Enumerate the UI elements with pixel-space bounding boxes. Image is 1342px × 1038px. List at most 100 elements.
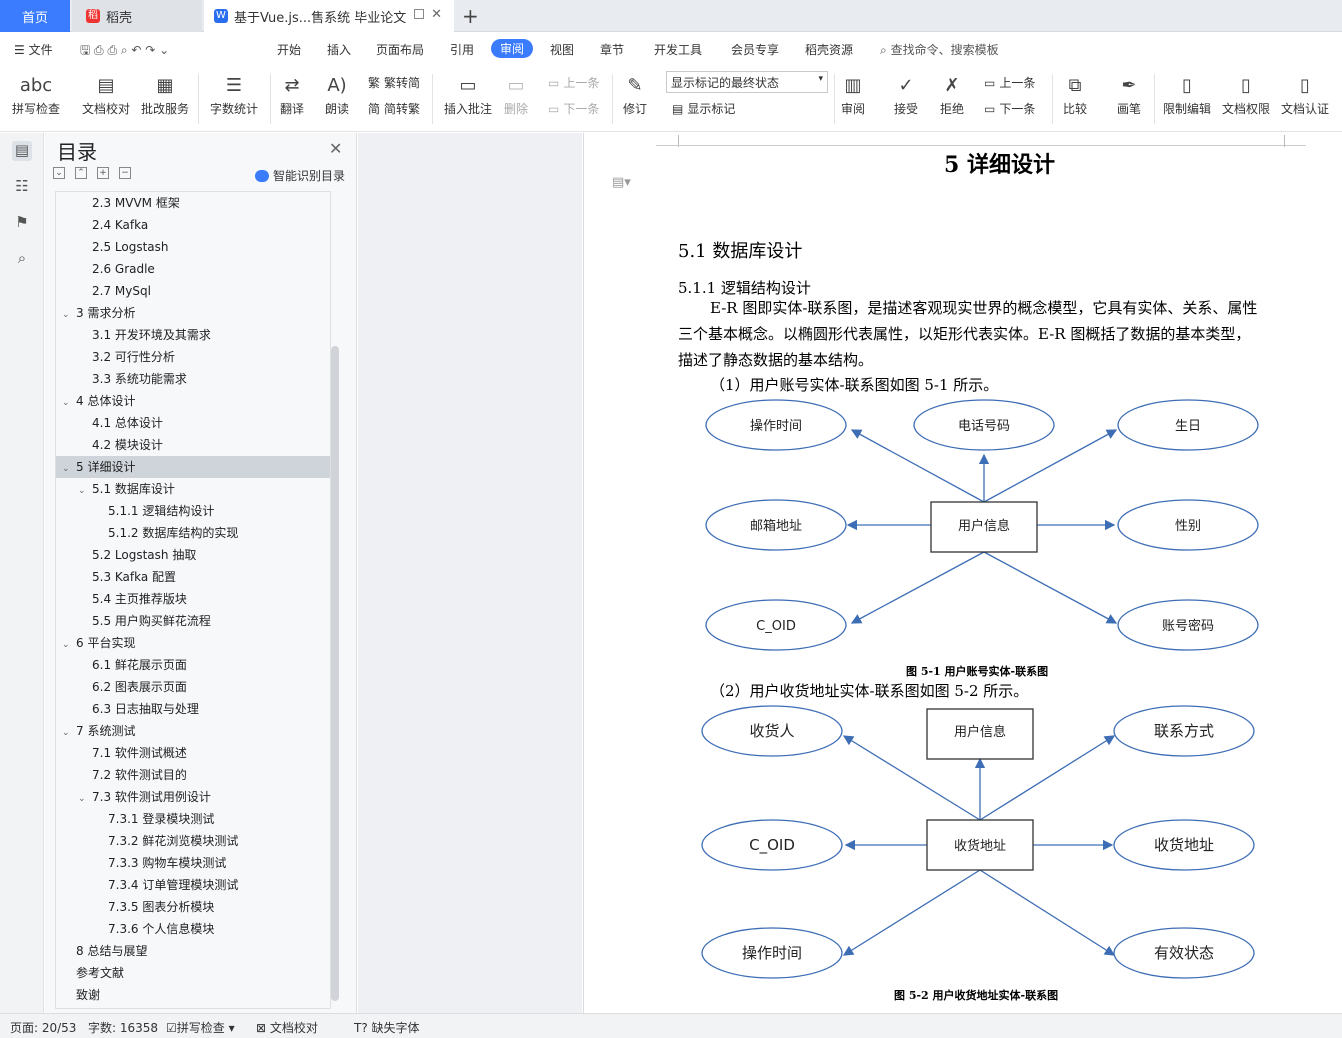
review-pane-button[interactable]: ▥ 审阅 xyxy=(840,70,866,117)
menu-reference[interactable]: 引用 xyxy=(450,41,474,58)
pin-icon[interactable] xyxy=(414,9,424,19)
trad-to-simp-button[interactable]: 繁繁转简 xyxy=(368,74,420,91)
menu-review[interactable]: 审阅 xyxy=(491,39,534,58)
pen-button[interactable]: ✒ 画笔 xyxy=(1116,70,1142,117)
doc-cert-button[interactable]: ▯ 文档认证 xyxy=(1281,70,1329,117)
toc-item[interactable]: 7.3.4 订单管理模块测试 xyxy=(56,874,330,896)
toc-item[interactable]: ⌄ 5 详细设计 xyxy=(56,456,330,478)
toc-item[interactable]: 6.3 日志抽取与处理 xyxy=(56,698,330,720)
expand-all-icon[interactable]: ⌄ xyxy=(53,167,65,179)
menu-chapter[interactable]: 章节 xyxy=(600,41,624,58)
next-change-button[interactable]: ▭ 下一条 xyxy=(984,100,1035,117)
command-search[interactable]: ⌕ 查找命令、搜索模板 xyxy=(880,41,999,58)
status-spell-check[interactable]: ☑拼写检查 ▾ xyxy=(166,1019,235,1036)
show-marks-button[interactable]: ▤ 显示标记 xyxy=(672,100,735,117)
file-menu[interactable]: ☰ 文件 xyxy=(14,41,53,58)
toc-item[interactable]: ⌄ 4 总体设计 xyxy=(56,390,330,412)
toc-panel-icon[interactable]: ▤ xyxy=(12,141,32,161)
restrict-edit-button[interactable]: ▯ 限制编辑 xyxy=(1163,70,1211,117)
toc-item[interactable]: 7.2 软件测试目的 xyxy=(56,764,330,786)
toc-item[interactable]: 5.5 用户购买鲜花流程 xyxy=(56,610,330,632)
chevron-down-icon[interactable]: ⌄ xyxy=(62,458,76,480)
prev-comment-button[interactable]: ▭ 上一条 xyxy=(548,74,599,91)
tab-home[interactable]: 首页 xyxy=(0,0,70,32)
toc-item[interactable]: ⌄ 6 平台实现 xyxy=(56,632,330,654)
status-doc-proof[interactable]: ⊠ 文档校对 xyxy=(256,1019,318,1036)
menu-developer[interactable]: 开发工具 xyxy=(654,41,702,58)
paragraph-mark-icon[interactable]: ▤▾ xyxy=(612,175,631,190)
toc-item[interactable]: 参考文献 xyxy=(56,962,330,984)
toc-item[interactable]: 5.1.2 数据库结构的实现 xyxy=(56,522,330,544)
compare-button[interactable]: ⧉ 比较 xyxy=(1062,70,1088,117)
remove-heading-icon[interactable]: − xyxy=(119,167,131,179)
toc-item[interactable]: ⌄ 3 需求分析 xyxy=(56,302,330,324)
bookmark-icon[interactable]: ⚑ xyxy=(12,213,32,233)
chevron-down-icon[interactable]: ⌄ xyxy=(62,304,76,326)
collapse-all-icon[interactable]: ⌃ xyxy=(75,167,87,179)
toc-item[interactable]: 6.1 鲜花展示页面 xyxy=(56,654,330,676)
toc-item[interactable]: 2.3 MVVM 框架 xyxy=(56,192,330,214)
toc-item[interactable]: 3.1 开发环境及其需求 xyxy=(56,324,330,346)
smart-toc-button[interactable]: 智能识别目录 xyxy=(255,167,345,184)
toc-item[interactable]: 2.7 MySql xyxy=(56,280,330,302)
reject-button[interactable]: ✗ 拒绝 xyxy=(939,70,965,117)
delete-comment-button[interactable]: ▭ 删除 xyxy=(503,70,529,117)
toc-item[interactable]: 5.1.1 逻辑结构设计 xyxy=(56,500,330,522)
spell-check-button[interactable]: abc 拼写检查 xyxy=(12,70,60,117)
toc-item[interactable]: 4.2 模块设计 xyxy=(56,434,330,456)
menu-insert[interactable]: 插入 xyxy=(327,41,351,58)
chevron-down-icon[interactable]: ⌄ xyxy=(62,634,76,656)
toc-scrollbar[interactable] xyxy=(331,346,339,1001)
toc-item[interactable]: 6.2 图表展示页面 xyxy=(56,676,330,698)
close-icon[interactable]: ✕ xyxy=(329,139,342,158)
accept-button[interactable]: ✓ 接受 xyxy=(893,70,919,117)
toc-item[interactable]: 5.3 Kafka 配置 xyxy=(56,566,330,588)
word-count-indicator[interactable]: 字数: 16358 xyxy=(88,1019,158,1036)
status-missing-font[interactable]: T? 缺失字体 xyxy=(354,1019,420,1036)
read-aloud-button[interactable]: A) 朗读 xyxy=(324,70,350,117)
word-count-button[interactable]: ☰ 字数统计 xyxy=(210,70,258,117)
toc-item[interactable]: ⌄ 5.1 数据库设计 xyxy=(56,478,330,500)
toc-item[interactable]: 2.5 Logstash xyxy=(56,236,330,258)
toc-item[interactable]: ⌄ 7 系统测试 xyxy=(56,720,330,742)
close-tab-icon[interactable]: ✕ xyxy=(431,7,442,22)
quick-access-icons[interactable]: 🖫 ⎙ ⎙ ⌕ ↶ ↷ ⌄ xyxy=(80,41,169,62)
prev-change-button[interactable]: ▭ 上一条 xyxy=(984,74,1035,91)
new-tab-button[interactable]: + xyxy=(462,4,479,28)
insert-comment-button[interactable]: ▭ 插入批注 xyxy=(444,70,492,117)
add-heading-icon[interactable]: + xyxy=(97,167,109,179)
toc-item[interactable]: 致谢 xyxy=(56,984,330,1006)
menu-start[interactable]: 开始 xyxy=(277,41,301,58)
toc-item[interactable]: 7.1 软件测试概述 xyxy=(56,742,330,764)
find-icon[interactable]: ⌕ xyxy=(12,249,32,269)
toc-item[interactable]: ⌄ 7.3 软件测试用例设计 xyxy=(56,786,330,808)
translate-button[interactable]: ⇄ 翻译 xyxy=(279,70,305,117)
chevron-down-icon[interactable]: ⌄ xyxy=(78,480,92,502)
toc-item[interactable]: 7.3.6 个人信息模块 xyxy=(56,918,330,940)
toc-item[interactable]: 5.2 Logstash 抽取 xyxy=(56,544,330,566)
revise-button[interactable]: ✎ 修订 xyxy=(622,70,648,117)
menu-docer-resources[interactable]: 稻壳资源 xyxy=(805,41,853,58)
menu-member[interactable]: 会员专享 xyxy=(731,41,779,58)
toc-item[interactable]: 7.3.5 图表分析模块 xyxy=(56,896,330,918)
toc-item[interactable]: 5.4 主页推荐版块 xyxy=(56,588,330,610)
chevron-down-icon[interactable]: ⌄ xyxy=(62,722,76,744)
markup-display-select[interactable]: 显示标记的最终状态 ▾ xyxy=(666,71,828,93)
chevron-down-icon[interactable]: ⌄ xyxy=(62,392,76,414)
correct-service-button[interactable]: ▦ 批改服务 xyxy=(141,70,189,117)
menu-view[interactable]: 视图 xyxy=(550,41,574,58)
page-indicator[interactable]: 页面: 20/53 xyxy=(10,1019,76,1036)
doc-rights-button[interactable]: ▯ 文档权限 xyxy=(1222,70,1270,117)
doc-proof-button[interactable]: ▤ 文档校对 xyxy=(82,70,130,117)
toc-item[interactable]: 7.3.2 鲜花浏览模块测试 xyxy=(56,830,330,852)
simp-to-trad-button[interactable]: 简简转繁 xyxy=(368,100,420,117)
tab-document[interactable]: W 基于Vue.js...售系统 毕业论文 ✕ xyxy=(204,0,454,32)
toc-item[interactable]: 3.2 可行性分析 xyxy=(56,346,330,368)
toc-item[interactable]: 7.3.1 登录模块测试 xyxy=(56,808,330,830)
toc-item[interactable]: 2.6 Gradle xyxy=(56,258,330,280)
toc-item[interactable]: 8 总结与展望 xyxy=(56,940,330,962)
toc-item[interactable]: 3.3 系统功能需求 xyxy=(56,368,330,390)
chapter-nav-icon[interactable]: ☷ xyxy=(12,177,32,197)
toc-item[interactable]: 2.4 Kafka xyxy=(56,214,330,236)
tab-docer[interactable]: 稻 稻壳 xyxy=(72,0,202,32)
